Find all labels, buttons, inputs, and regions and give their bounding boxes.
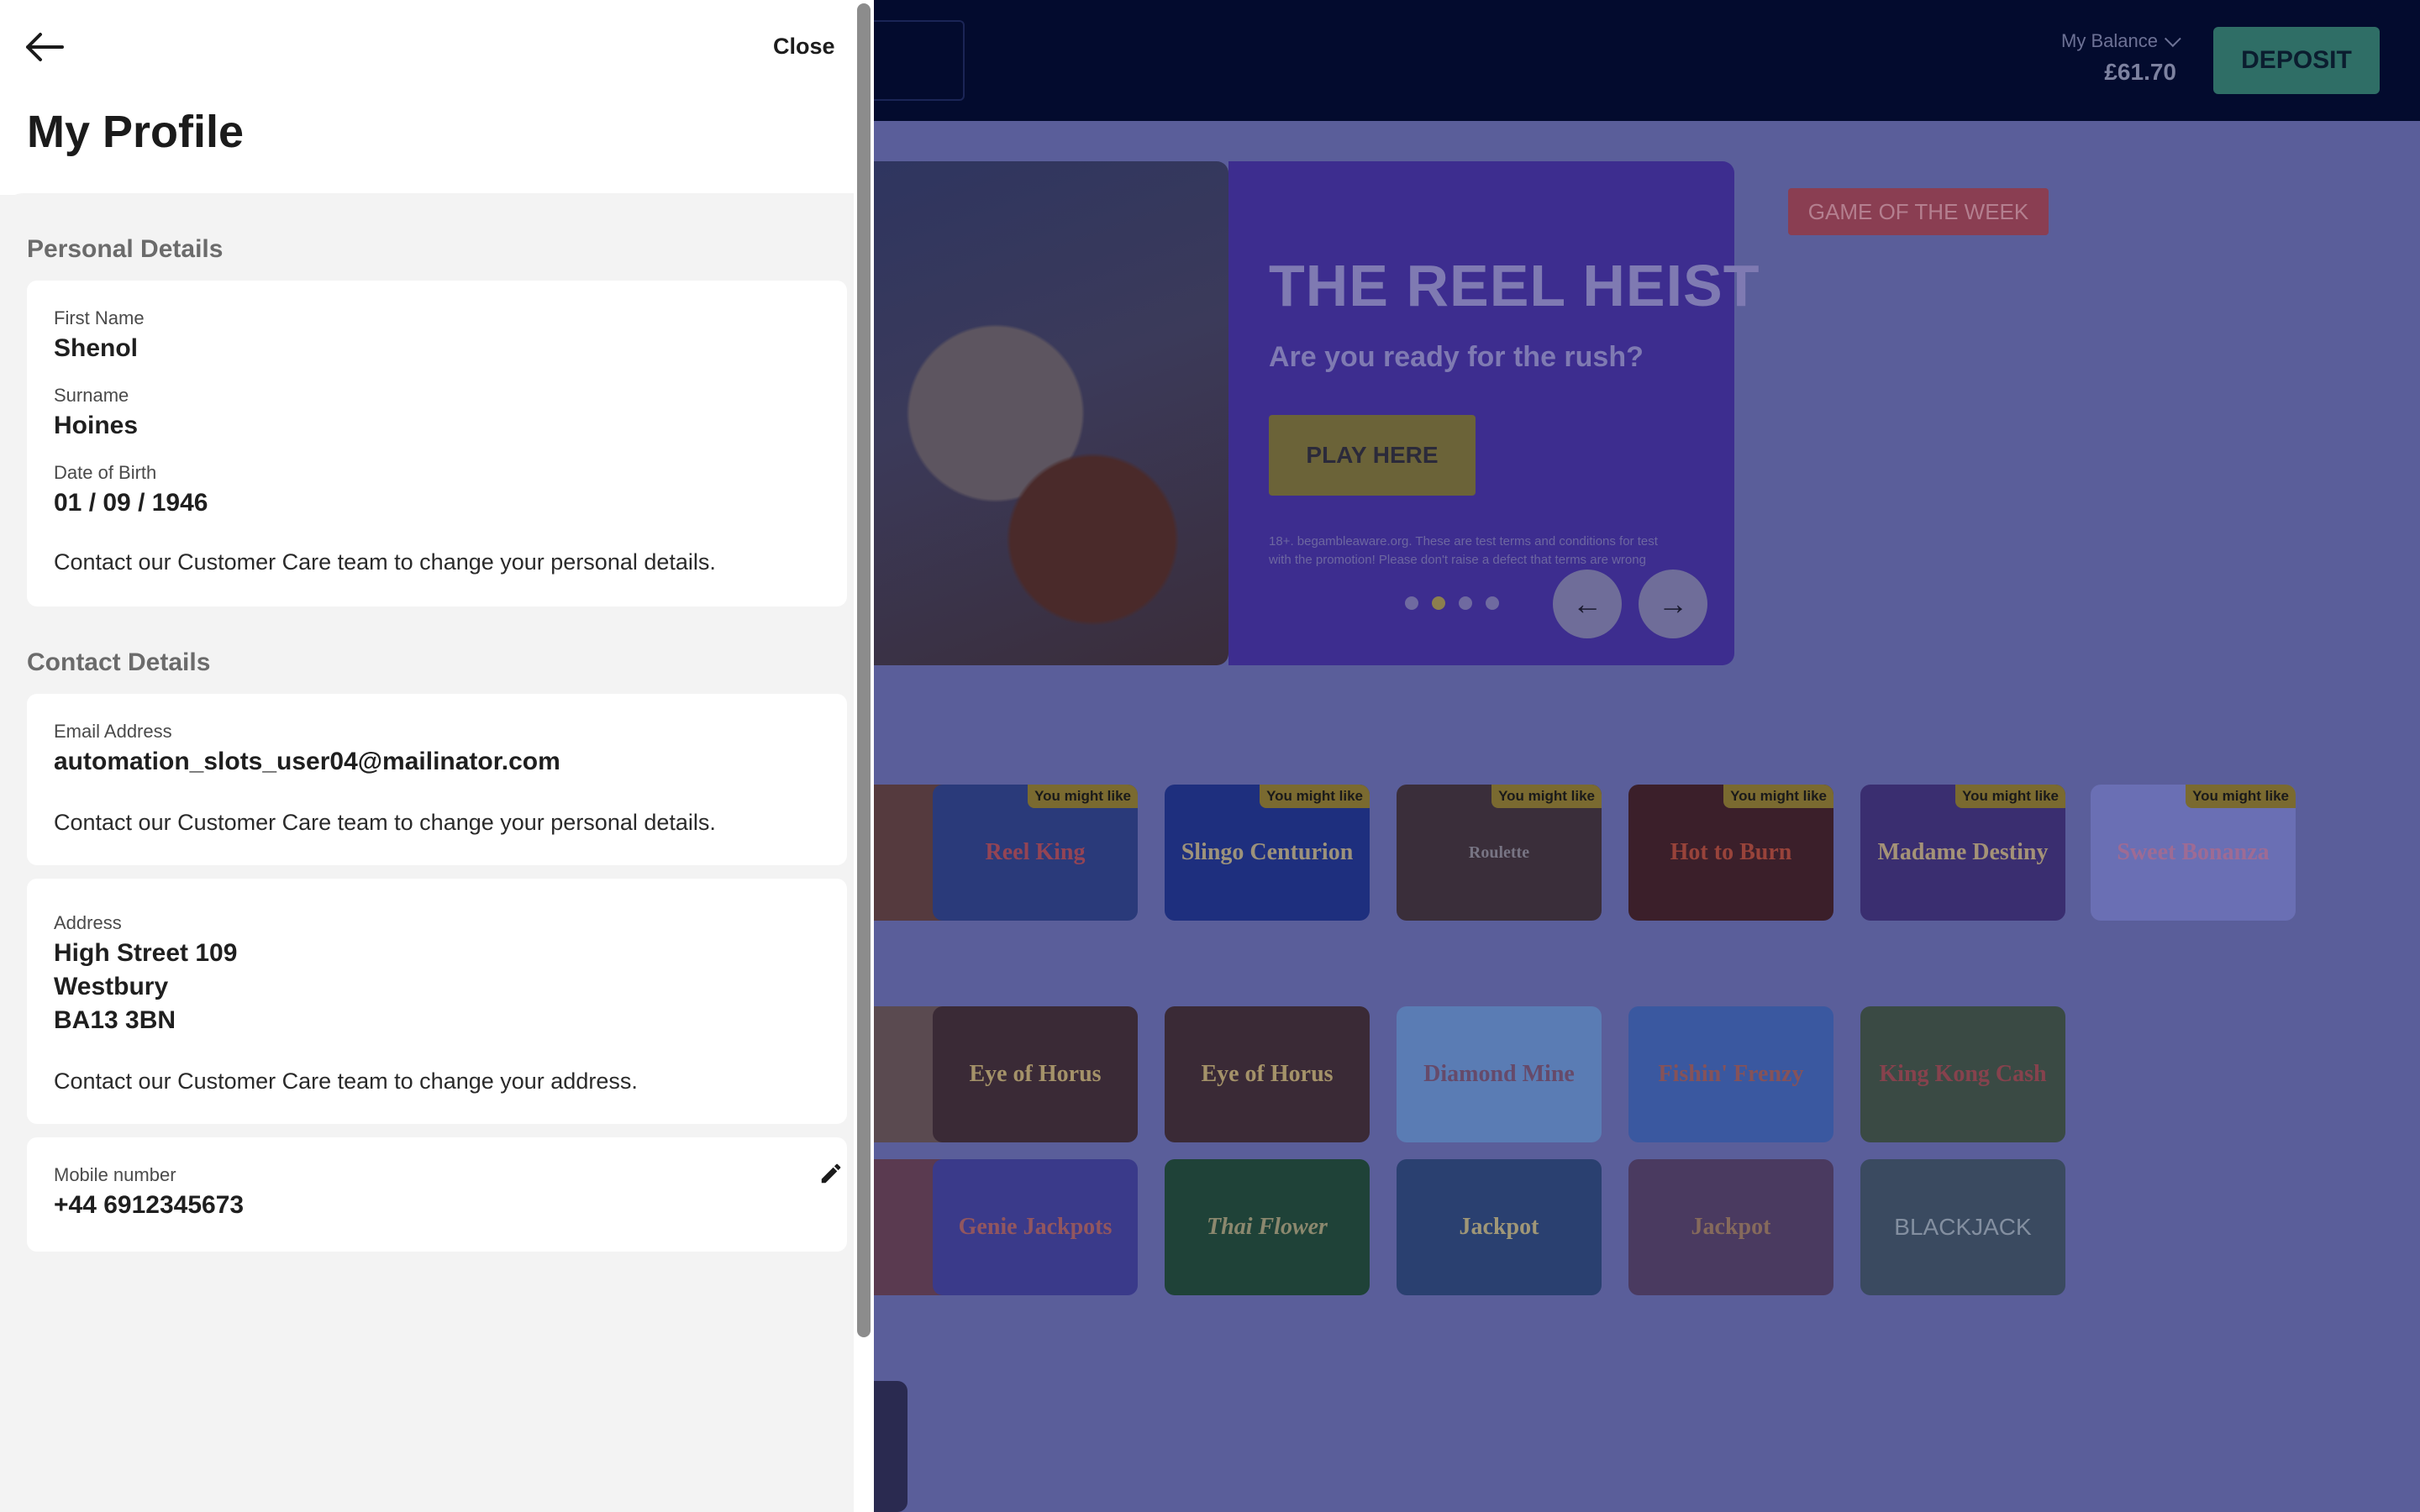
- personal-details-heading: Personal Details: [27, 235, 224, 263]
- tile-name: Roulette: [1468, 843, 1530, 862]
- scrollbar-thumb[interactable]: [857, 3, 871, 1337]
- panel-body: Personal Details First Name Shenol Surna…: [0, 193, 874, 1512]
- game-tile[interactable]: Jackpot: [1628, 1159, 1833, 1295]
- address-line3: BA13 3BN: [54, 1006, 176, 1034]
- balance-widget[interactable]: My Balance £61.70: [2050, 30, 2181, 86]
- carousel-dot-active[interactable]: [1432, 596, 1445, 610]
- game-tile[interactable]: Madame Destiny You might like: [1860, 785, 2065, 921]
- tile-tag: You might like: [1723, 785, 1833, 808]
- email-label: Email Address: [54, 721, 172, 742]
- back-arrow-icon[interactable]: [24, 30, 64, 64]
- carousel-dot[interactable]: [1459, 596, 1472, 610]
- carousel-next-button[interactable]: →: [1639, 570, 1707, 638]
- play-here-button[interactable]: PLAY HERE: [1269, 415, 1476, 496]
- tile-name: Slingo Centurion: [1181, 839, 1354, 865]
- hero-terms-line1: 18+. begambleaware.org. These are test t…: [1269, 534, 1658, 549]
- contact-details-heading: Contact Details: [27, 648, 211, 676]
- tile-name: Sweet Bonanza: [2117, 839, 2270, 865]
- tile-name: Madame Destiny: [1877, 839, 2049, 865]
- surname-value: Hoines: [54, 412, 139, 439]
- tile-name: Diamond Mine: [1423, 1061, 1575, 1087]
- carousel-dots: [1405, 596, 1499, 610]
- tile-tag: You might like: [1028, 785, 1138, 808]
- personal-details-card: First Name Shenol Surname Hoines Date of…: [27, 281, 847, 606]
- hero-banner-card: THE REEL HEIST Are you ready for the rus…: [1228, 161, 1759, 665]
- hero-terms-line2: with the promotion! Please don't raise a…: [1269, 553, 1646, 567]
- game-tile[interactable]: Hot to Burn You might like: [1628, 785, 1833, 921]
- page-title: My Profile: [27, 107, 245, 157]
- tile-name: Reel King: [985, 839, 1086, 865]
- first-name-value: Shenol: [54, 334, 139, 362]
- tile-name: BLACKJACK: [1894, 1214, 2032, 1240]
- tile-tag: You might like: [1955, 785, 2065, 808]
- game-tile[interactable]: Jackpot: [1397, 1159, 1602, 1295]
- game-tile[interactable]: Roulette You might like: [1397, 785, 1602, 921]
- hero-subtitle: Are you ready for the rush?: [1269, 341, 1644, 373]
- tile-name: Eye of Horus: [1201, 1061, 1334, 1087]
- hero-terms: 18+. begambleaware.org. These are test t…: [1269, 533, 1733, 570]
- tile-name: Genie Jackpots: [958, 1214, 1113, 1240]
- email-card: Email Address automation_slots_user04@ma…: [27, 694, 847, 865]
- chevron-down-icon: [2164, 30, 2181, 48]
- tile-name: Jackpot: [1459, 1214, 1539, 1240]
- game-tile[interactable]: Thai Flower: [1165, 1159, 1370, 1295]
- carousel-dot[interactable]: [1486, 596, 1499, 610]
- personal-details-note: Contact our Customer Care team to change…: [54, 549, 716, 575]
- surname-label: Surname: [54, 385, 129, 406]
- game-tile[interactable]: Eye of Horus: [1165, 1006, 1370, 1142]
- game-tile[interactable]: Reel King You might like: [933, 785, 1138, 921]
- tile-name: King Kong Cash: [1879, 1061, 2047, 1087]
- deposit-button[interactable]: DEPOSIT: [2213, 27, 2380, 94]
- game-tile[interactable]: Sweet Bonanza You might like: [2091, 785, 2296, 921]
- mobile-label: Mobile number: [54, 1164, 176, 1185]
- dob-value: 01 / 09 / 1946: [54, 489, 208, 517]
- carousel-prev-button[interactable]: ←: [1553, 570, 1622, 638]
- game-tile[interactable]: Genie Jackpots: [933, 1159, 1138, 1295]
- balance-label-row: My Balance: [2050, 30, 2181, 52]
- mobile-card: Mobile number +44 6912345673: [27, 1137, 847, 1252]
- tile-name: Thai Flower: [1207, 1214, 1328, 1240]
- profile-panel: Close My Profile Personal Details First …: [0, 0, 874, 1512]
- carousel-dot[interactable]: [1405, 596, 1418, 610]
- hero-title: THE REEL HEIST: [1269, 253, 1760, 318]
- game-tile[interactable]: Fishin' Frenzy: [1628, 1006, 1833, 1142]
- tile-name: Jackpot: [1691, 1214, 1771, 1240]
- game-tile[interactable]: Diamond Mine: [1397, 1006, 1602, 1142]
- tile-tag: You might like: [2186, 785, 2296, 808]
- address-note: Contact our Customer Care team to change…: [54, 1068, 638, 1094]
- close-link[interactable]: Close: [773, 34, 835, 60]
- address-card: Address High Street 109 Westbury BA13 3B…: [27, 879, 847, 1124]
- address-line1: High Street 109: [54, 939, 238, 967]
- game-tile[interactable]: BLACKJACK: [1860, 1159, 2065, 1295]
- tile-tag: You might like: [1260, 785, 1370, 808]
- email-note: Contact our Customer Care team to change…: [54, 810, 716, 835]
- tile-name: Eye of Horus: [969, 1061, 1102, 1087]
- panel-header: Close My Profile: [0, 0, 874, 195]
- mobile-value: +44 6912345673: [54, 1191, 245, 1219]
- balance-value: £61.70: [2104, 59, 2176, 85]
- tile-name: Fishin' Frenzy: [1658, 1061, 1804, 1087]
- game-tile[interactable]: Eye of Horus: [933, 1006, 1138, 1142]
- address-line2: Westbury: [54, 973, 169, 1000]
- tile-tag: You might like: [1491, 785, 1602, 808]
- hero-banner-image: [840, 161, 1228, 665]
- tile-name: Hot to Burn: [1670, 839, 1792, 865]
- edit-pencil-icon[interactable]: [818, 1161, 844, 1186]
- first-name-label: First Name: [54, 307, 145, 328]
- address-label: Address: [54, 912, 122, 933]
- balance-label: My Balance: [2061, 30, 2158, 51]
- game-tile[interactable]: Slingo Centurion You might like: [1165, 785, 1370, 921]
- dob-label: Date of Birth: [54, 462, 157, 483]
- email-value: automation_slots_user04@mailinator.com: [54, 748, 560, 775]
- game-of-the-week-badge: GAME OF THE WEEK: [1788, 188, 2049, 235]
- game-tile[interactable]: King Kong Cash: [1860, 1006, 2065, 1142]
